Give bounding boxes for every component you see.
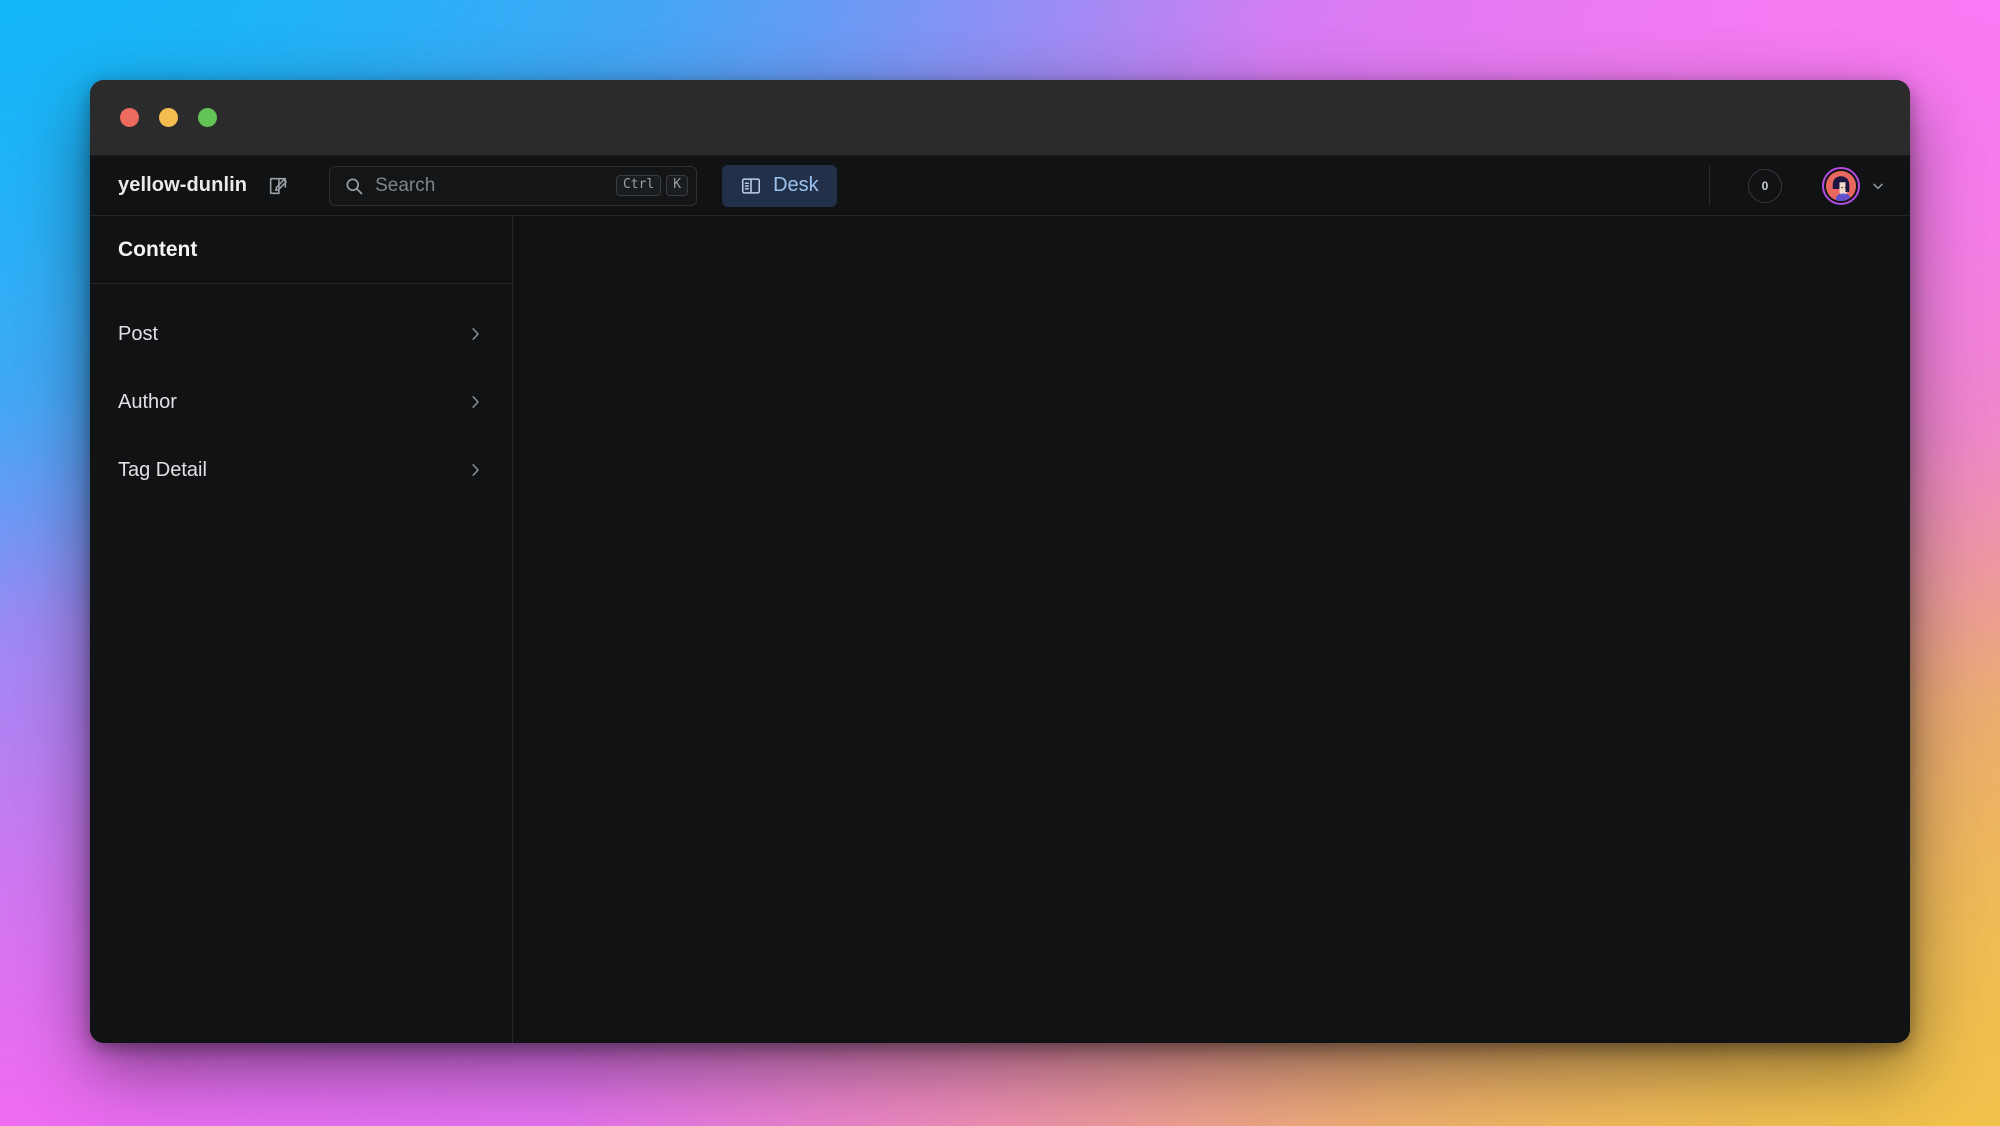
notification-count: 0	[1761, 178, 1769, 193]
panel-layout-icon	[740, 175, 762, 197]
tab-desk[interactable]: Desk	[722, 164, 837, 207]
shortcut-key-k: K	[666, 175, 689, 196]
toolbar-divider	[1709, 165, 1710, 206]
search-placeholder: Search	[375, 174, 436, 196]
maximize-window-button[interactable]	[198, 108, 217, 127]
sidebar-title: Content	[118, 237, 198, 261]
chevron-right-icon	[466, 325, 484, 343]
traffic-lights	[120, 108, 217, 127]
sidebar-item-label: Tag Detail	[118, 458, 207, 481]
sidebar-item-label: Author	[118, 390, 177, 413]
edit-square-pencil-icon[interactable]	[261, 169, 295, 203]
tab-desk-label: Desk	[773, 174, 819, 196]
user-avatar[interactable]	[1822, 166, 1860, 205]
sidebar-header: Content	[90, 216, 512, 284]
chevron-right-icon	[466, 393, 484, 411]
sidebar-item-author[interactable]: Author	[90, 368, 512, 436]
project-title: yellow-dunlin	[118, 174, 248, 196]
minimize-window-button[interactable]	[159, 108, 178, 127]
user-menu[interactable]	[1822, 166, 1886, 205]
app-toolbar: yellow-dunlin Search Ctrl K Desk 0	[90, 156, 1910, 216]
main-content-panel	[513, 216, 1910, 1043]
sidebar-item-label: Post	[118, 322, 159, 345]
notification-count-badge[interactable]: 0	[1748, 168, 1782, 203]
close-window-button[interactable]	[120, 108, 139, 127]
app-body: Content Post Author Tag Detail	[90, 216, 1910, 1043]
app-window: yellow-dunlin Search Ctrl K Desk 0 Conte…	[90, 80, 1910, 1043]
search-icon	[344, 176, 364, 196]
chevron-right-icon	[466, 461, 484, 479]
avatar-image	[1826, 170, 1856, 201]
sidebar-item-tag-detail[interactable]: Tag Detail	[90, 436, 512, 504]
search-input[interactable]: Search Ctrl K	[329, 165, 698, 206]
window-titlebar	[90, 80, 1910, 156]
search-shortcut-keys: Ctrl K	[615, 175, 689, 196]
sidebar-nav-list: Post Author Tag Detail	[90, 284, 512, 504]
content-sidebar: Content Post Author Tag Detail	[90, 216, 513, 1043]
shortcut-key-ctrl: Ctrl	[615, 175, 662, 196]
sidebar-item-post[interactable]: Post	[90, 300, 512, 368]
chevron-down-icon[interactable]	[1870, 178, 1886, 194]
